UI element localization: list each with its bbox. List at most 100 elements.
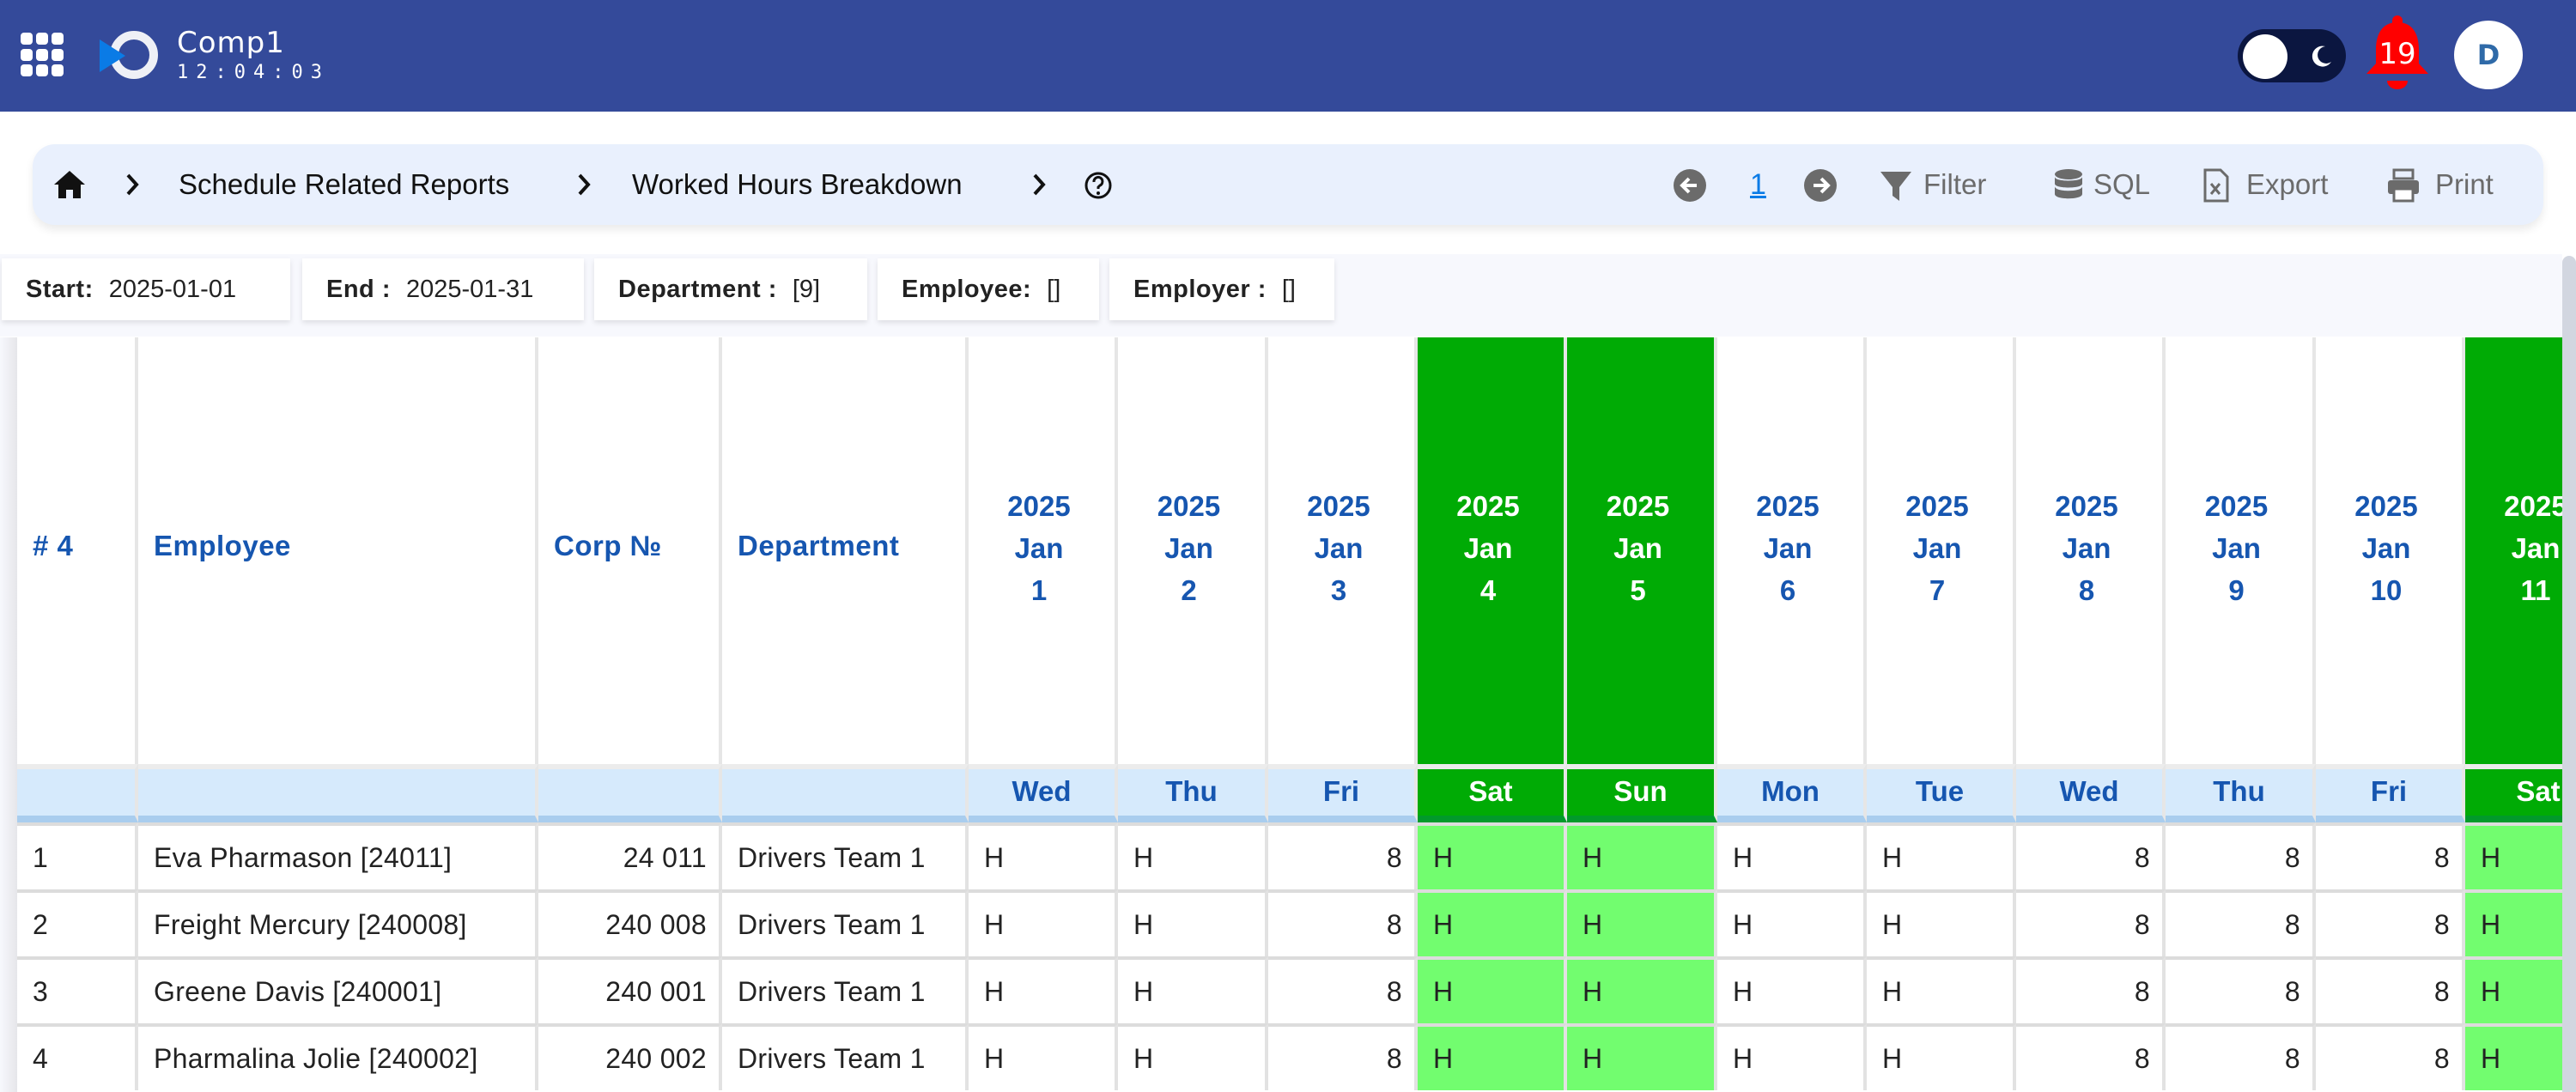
day-cell-value: H <box>2481 1043 2501 1074</box>
cell-employee: Greene Davis [240001] <box>138 956 538 1023</box>
table-row[interactable]: 2 Freight Mercury [240008] 240 008 Drivers … <box>17 889 2562 956</box>
weekday-header: Sat <box>2465 764 2562 822</box>
vertical-scrollbar[interactable] <box>2562 256 2576 1092</box>
sql-button[interactable]: SQL <box>2054 144 2188 225</box>
day-cell-value: H <box>1433 1043 1454 1074</box>
day-cell[interactable]: 8 <box>2016 956 2166 1023</box>
day-cell-value: 8 <box>1386 1043 1402 1074</box>
breadcrumb-schedule-related-reports[interactable]: Schedule Related Reports <box>179 144 509 225</box>
day-cell[interactable]: H <box>1418 889 1567 956</box>
next-page-icon[interactable] <box>1803 168 1838 203</box>
day-cell-value: H <box>1733 976 1753 1007</box>
day-cell[interactable]: H <box>1717 1023 1867 1090</box>
day-header-8[interactable]: 2025 Jan 8 <box>2016 337 2166 764</box>
day-header-2[interactable]: 2025 Jan 2 <box>1118 337 1268 764</box>
notifications-button[interactable]: 19 <box>2363 14 2432 91</box>
user-avatar[interactable]: D <box>2454 21 2523 89</box>
day-cell-value: 8 <box>2284 976 2300 1007</box>
breadcrumb-worked-hours-breakdown[interactable]: Worked Hours Breakdown <box>632 144 963 225</box>
day-header-11[interactable]: 2025 Jan 11 <box>2465 337 2562 764</box>
print-button[interactable]: Print <box>2387 144 2533 225</box>
day-cell[interactable]: H <box>1717 956 1867 1023</box>
day-cell[interactable]: 8 <box>2166 1023 2316 1090</box>
filter-button[interactable]: Filter <box>1879 144 2054 225</box>
weekday-header: Thu <box>2166 764 2316 822</box>
cell-text: 3 <box>33 976 49 1007</box>
column-header-employee[interactable]: Employee <box>138 337 538 764</box>
column-header-department[interactable]: Department <box>722 337 969 764</box>
day-cell[interactable]: 8 <box>2316 889 2465 956</box>
day-cell[interactable]: H <box>1118 1023 1268 1090</box>
day-header-3[interactable]: 2025 Jan 3 <box>1268 337 1418 764</box>
day-cell[interactable]: 8 <box>2166 956 2316 1023</box>
day-header-5[interactable]: 2025 Jan 5 <box>1567 337 1717 764</box>
day-cell[interactable]: H <box>969 956 1118 1023</box>
home-icon[interactable] <box>53 170 86 199</box>
day-cell[interactable]: H <box>969 822 1118 889</box>
day-cell[interactable]: H <box>2465 822 2562 889</box>
day-cell[interactable]: H <box>1717 889 1867 956</box>
previous-page-icon[interactable] <box>1673 168 1707 203</box>
day-cell[interactable]: H <box>1867 1023 2016 1090</box>
current-page[interactable]: 1 <box>1750 144 1766 225</box>
help-circle-icon[interactable] <box>1084 171 1113 200</box>
day-cell[interactable]: 8 <box>2016 889 2166 956</box>
day-header-7[interactable]: 2025 Jan 7 <box>1867 337 2016 764</box>
day-header-date: 2025 Jan 11 <box>2465 485 2562 611</box>
day-cell[interactable]: 8 <box>2316 822 2465 889</box>
day-header-1[interactable]: 2025 Jan 1 <box>969 337 1118 764</box>
weekday-header: Wed <box>2016 764 2166 822</box>
cell-index: 2 <box>17 889 138 956</box>
day-cell[interactable]: H <box>1567 956 1717 1023</box>
day-cell[interactable]: H <box>1717 822 1867 889</box>
column-header-label: Employee <box>154 530 291 561</box>
day-cell[interactable]: 8 <box>2316 956 2465 1023</box>
day-header-day: 8 <box>2078 574 2095 606</box>
table-row[interactable]: 3 Greene Davis [240001] 240 001 Drivers Tea… <box>17 956 2562 1023</box>
day-cell[interactable]: H <box>1867 822 2016 889</box>
day-cell[interactable]: H <box>2465 889 2562 956</box>
day-cell[interactable]: H <box>1418 1023 1567 1090</box>
day-header-10[interactable]: 2025 Jan 10 <box>2316 337 2465 764</box>
cell-text: 1 <box>33 842 49 873</box>
column-header-index[interactable]: # 4 <box>17 337 138 764</box>
day-header-6[interactable]: 2025 Jan 6 <box>1717 337 1867 764</box>
day-cell[interactable]: H <box>1418 956 1567 1023</box>
day-cell[interactable]: 8 <box>2016 1023 2166 1090</box>
day-cell[interactable]: H <box>2465 1023 2562 1090</box>
apps-grid-icon[interactable] <box>21 33 65 77</box>
cell-text: Eva Pharmason [24011] <box>154 842 453 873</box>
table-row[interactable]: 4 Pharmalina Jolie [240002] 240 002 Drivers… <box>17 1023 2562 1090</box>
day-cell[interactable]: 8 <box>2016 822 2166 889</box>
cell-department: Drivers Team 1 <box>722 822 969 889</box>
day-cell[interactable]: H <box>1567 822 1717 889</box>
day-cell[interactable]: H <box>969 1023 1118 1090</box>
day-cell[interactable]: H <box>1567 1023 1717 1090</box>
day-cell[interactable]: 8 <box>1268 889 1418 956</box>
day-cell[interactable]: H <box>1567 889 1717 956</box>
export-button[interactable]: Export <box>2203 144 2375 225</box>
day-header-9[interactable]: 2025 Jan 9 <box>2166 337 2316 764</box>
day-cell-value: 8 <box>2134 909 2150 940</box>
theme-toggle[interactable] <box>2238 29 2346 82</box>
day-cell[interactable]: H <box>1118 956 1268 1023</box>
cell-department: Drivers Team 1 <box>722 889 969 956</box>
day-cell[interactable]: H <box>2465 956 2562 1023</box>
day-cell[interactable]: H <box>969 889 1118 956</box>
day-cell[interactable]: H <box>1118 822 1268 889</box>
day-cell[interactable]: 8 <box>2166 822 2316 889</box>
day-cell[interactable]: 8 <box>2166 889 2316 956</box>
day-cell[interactable]: H <box>1118 889 1268 956</box>
day-cell[interactable]: H <box>1418 822 1567 889</box>
day-cell[interactable]: H <box>1867 889 2016 956</box>
table-row[interactable]: 1 Eva Pharmason [24011] 24 011 Drivers Team… <box>17 822 2562 889</box>
column-header-corp-no[interactable]: Corp № <box>538 337 722 764</box>
day-cell[interactable]: H <box>1867 956 2016 1023</box>
day-cell[interactable]: 8 <box>1268 822 1418 889</box>
day-cell[interactable]: 8 <box>1268 1023 1418 1090</box>
cell-corp-no: 240 001 <box>538 956 722 1023</box>
database-icon <box>2055 169 2082 199</box>
day-cell[interactable]: 8 <box>2316 1023 2465 1090</box>
day-cell[interactable]: 8 <box>1268 956 1418 1023</box>
day-header-4[interactable]: 2025 Jan 4 <box>1418 337 1567 764</box>
